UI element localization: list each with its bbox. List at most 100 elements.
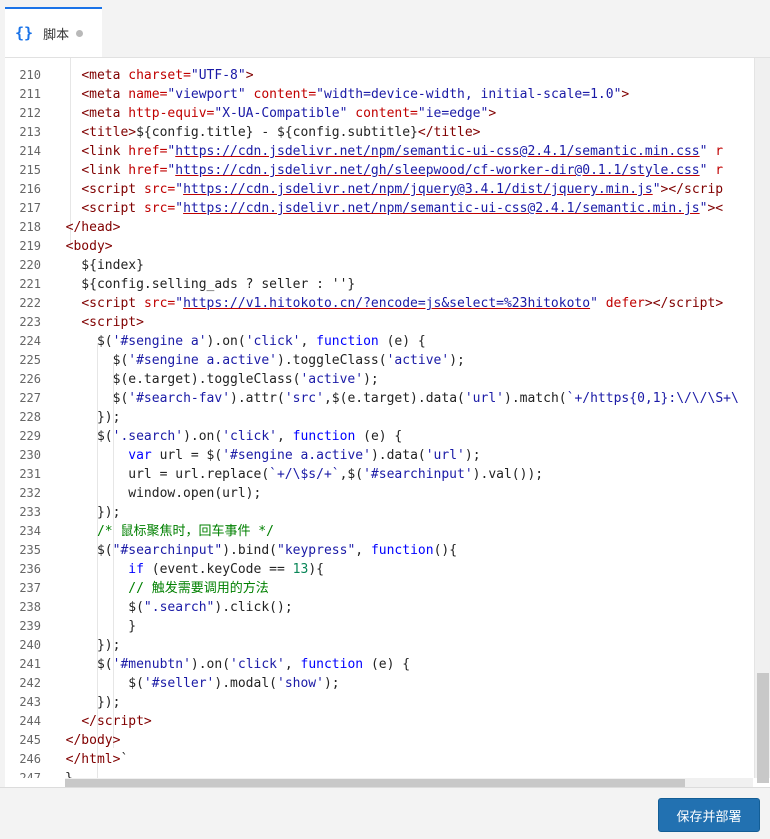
vertical-scrollbar-thumb[interactable]: [757, 673, 769, 783]
code-line[interactable]: 247: [5, 769, 753, 778]
line-number: 227: [19, 391, 41, 405]
code-line[interactable]: 233 });: [5, 503, 753, 522]
line-text: <title>${config.title} - ${config.subtit…: [81, 125, 481, 140]
code-line[interactable]: 217 <script src="https://cdn.jsdelivr.ne…: [5, 199, 753, 218]
horizontal-scrollbar-thumb[interactable]: [65, 779, 685, 787]
line-text: });: [50, 695, 121, 710]
line-number: 226: [19, 372, 41, 386]
code-line[interactable]: 212 <meta http-equiv="X-UA-Compatible" c…: [5, 104, 753, 123]
line-number: 238: [19, 600, 41, 614]
code-line[interactable]: 232 window.open(url);: [5, 484, 753, 503]
line-text: /* 鼠标聚焦时，回车事件 */: [96, 524, 274, 539]
line-number: 237: [19, 581, 41, 595]
code-line[interactable]: 216 <script src="https://cdn.jsdelivr.ne…: [5, 180, 753, 199]
line-number: 234: [19, 524, 41, 538]
line-number: 235: [19, 543, 41, 557]
line-text: <meta name="viewport" content="width=dev…: [81, 87, 630, 102]
code-line[interactable]: 240 });: [5, 636, 753, 655]
code-line[interactable]: 223 <script>: [5, 313, 753, 332]
code-line[interactable]: 215 <link href="https://cdn.jsdelivr.net…: [5, 161, 753, 180]
code-line[interactable]: 243 });: [5, 693, 753, 712]
code-line[interactable]: 238 $(".search").click();: [5, 598, 753, 617]
code-line[interactable]: 245 </body>: [5, 731, 753, 750]
code-line[interactable]: 226 $(e.target).toggleClass('active');: [5, 370, 753, 389]
line-text: </head>: [65, 220, 121, 235]
code-line[interactable]: 214 <link href="https://cdn.jsdelivr.net…: [5, 142, 753, 161]
line-number: 245: [19, 733, 41, 747]
tab-script[interactable]: {} 脚本: [5, 7, 102, 57]
code-line[interactable]: 211 <meta name="viewport" content="width…: [5, 85, 753, 104]
line-text: <script src="https://cdn.jsdelivr.net/np…: [81, 182, 724, 197]
code-area[interactable]: 210 <meta charset="UTF-8"> 211 <meta name…: [5, 58, 753, 778]
line-number: 220: [19, 258, 41, 272]
code-line[interactable]: 237 // 触发需要调用的方法: [5, 579, 753, 598]
line-number: 218: [19, 220, 41, 234]
line-number: 228: [19, 410, 41, 424]
line-text: $('#sengine a.active').toggleClass('acti…: [50, 353, 465, 368]
line-number: 216: [19, 182, 41, 196]
code-line[interactable]: 222 <script src="https://v1.hitokoto.cn/…: [5, 294, 753, 313]
line-number: 230: [19, 448, 41, 462]
code-line[interactable]: 246 </html>`: [5, 750, 753, 769]
line-number: 221: [19, 277, 41, 291]
line-text: <meta http-equiv="X-UA-Compatible" conte…: [81, 106, 497, 121]
line-text: $('#search-fav').attr('src',$(e.target).…: [50, 391, 739, 406]
line-number: 217: [19, 201, 41, 215]
code-line[interactable]: 220 ${index}: [5, 256, 753, 275]
line-text: $("#searchinput").bind("keypress", funct…: [50, 543, 458, 558]
line-number: 219: [19, 239, 41, 253]
line-number: 241: [19, 657, 41, 671]
code-line[interactable]: 239 }: [5, 617, 753, 636]
line-number: 231: [19, 467, 41, 481]
tab-bar: {} 脚本: [0, 0, 770, 57]
line-number: 212: [19, 106, 41, 120]
unsaved-dot-icon: [76, 29, 84, 37]
code-braces-icon: {}: [15, 24, 34, 42]
code-line[interactable]: 231 url = url.replace(`+/\$s/+`,$('#sear…: [5, 465, 753, 484]
line-number: 236: [19, 562, 41, 576]
code-line[interactable]: 244 </script>: [5, 712, 753, 731]
code-line[interactable]: 234 /* 鼠标聚焦时，回车事件 */: [5, 522, 753, 541]
line-text: url = url.replace(`+/\$s/+`,$('#searchin…: [50, 467, 544, 482]
code-line[interactable]: 225 $('#sengine a.active').toggleClass('…: [5, 351, 753, 370]
line-text: $('#sengine a').on('click', function (e)…: [50, 334, 426, 349]
line-text: var url = $('#sengine a.active').data('u…: [128, 448, 481, 463]
line-text: <body>: [65, 239, 113, 254]
code-line[interactable]: 219 <body>: [5, 237, 753, 256]
vertical-scrollbar[interactable]: [754, 58, 770, 783]
code-editor[interactable]: 210 <meta charset="UTF-8"> 211 <meta name…: [5, 57, 770, 788]
line-text: <link href="https://cdn.jsdelivr.net/npm…: [81, 144, 724, 159]
code-line[interactable]: 235 $("#searchinput").bind("keypress", f…: [5, 541, 753, 560]
code-line[interactable]: 229 $('.search').on('click', function (e…: [5, 427, 753, 446]
line-text: ${config.selling_ads ? seller : ''}: [50, 277, 356, 292]
footer-bar: 保存并部署: [0, 787, 770, 839]
line-text: }: [50, 619, 137, 634]
line-text: ${index}: [50, 258, 144, 273]
line-number: 247: [19, 771, 41, 778]
code-line[interactable]: 236 if (event.keyCode == 13){: [5, 560, 753, 579]
code-line[interactable]: 227 $('#search-fav').attr('src',$(e.targ…: [5, 389, 753, 408]
code-line[interactable]: 241 $('#menubtn').on('click', function (…: [5, 655, 753, 674]
code-line[interactable]: 230 var url = $('#sengine a.active').dat…: [5, 446, 753, 465]
line-number: 222: [19, 296, 41, 310]
line-text: <script>: [81, 315, 144, 330]
line-text: </body>: [65, 733, 121, 748]
line-number: 214: [19, 144, 41, 158]
line-text: $('#menubtn').on('click', function (e) {: [50, 657, 411, 672]
line-text: $(e.target).toggleClass('active');: [50, 372, 379, 387]
code-line[interactable]: 228 });: [5, 408, 753, 427]
line-text: </script>: [81, 714, 152, 729]
code-line[interactable]: 213 <title>${config.title} - ${config.su…: [5, 123, 753, 142]
line-text: </html>`: [65, 752, 129, 767]
line-number: 223: [19, 315, 41, 329]
save-and-deploy-button[interactable]: 保存并部署: [658, 798, 760, 832]
code-line[interactable]: 210 <meta charset="UTF-8">: [5, 66, 753, 85]
code-line[interactable]: 242 $('#seller').modal('show');: [5, 674, 753, 693]
line-number: 240: [19, 638, 41, 652]
line-text: <script src="https://v1.hitokoto.cn/?enc…: [81, 296, 724, 311]
code-line[interactable]: 218 </head>: [5, 218, 753, 237]
line-text: });: [50, 505, 121, 520]
code-line[interactable]: 221 ${config.selling_ads ? seller : ''}: [5, 275, 753, 294]
line-number: 211: [19, 87, 41, 101]
code-line[interactable]: 224 $('#sengine a').on('click', function…: [5, 332, 753, 351]
